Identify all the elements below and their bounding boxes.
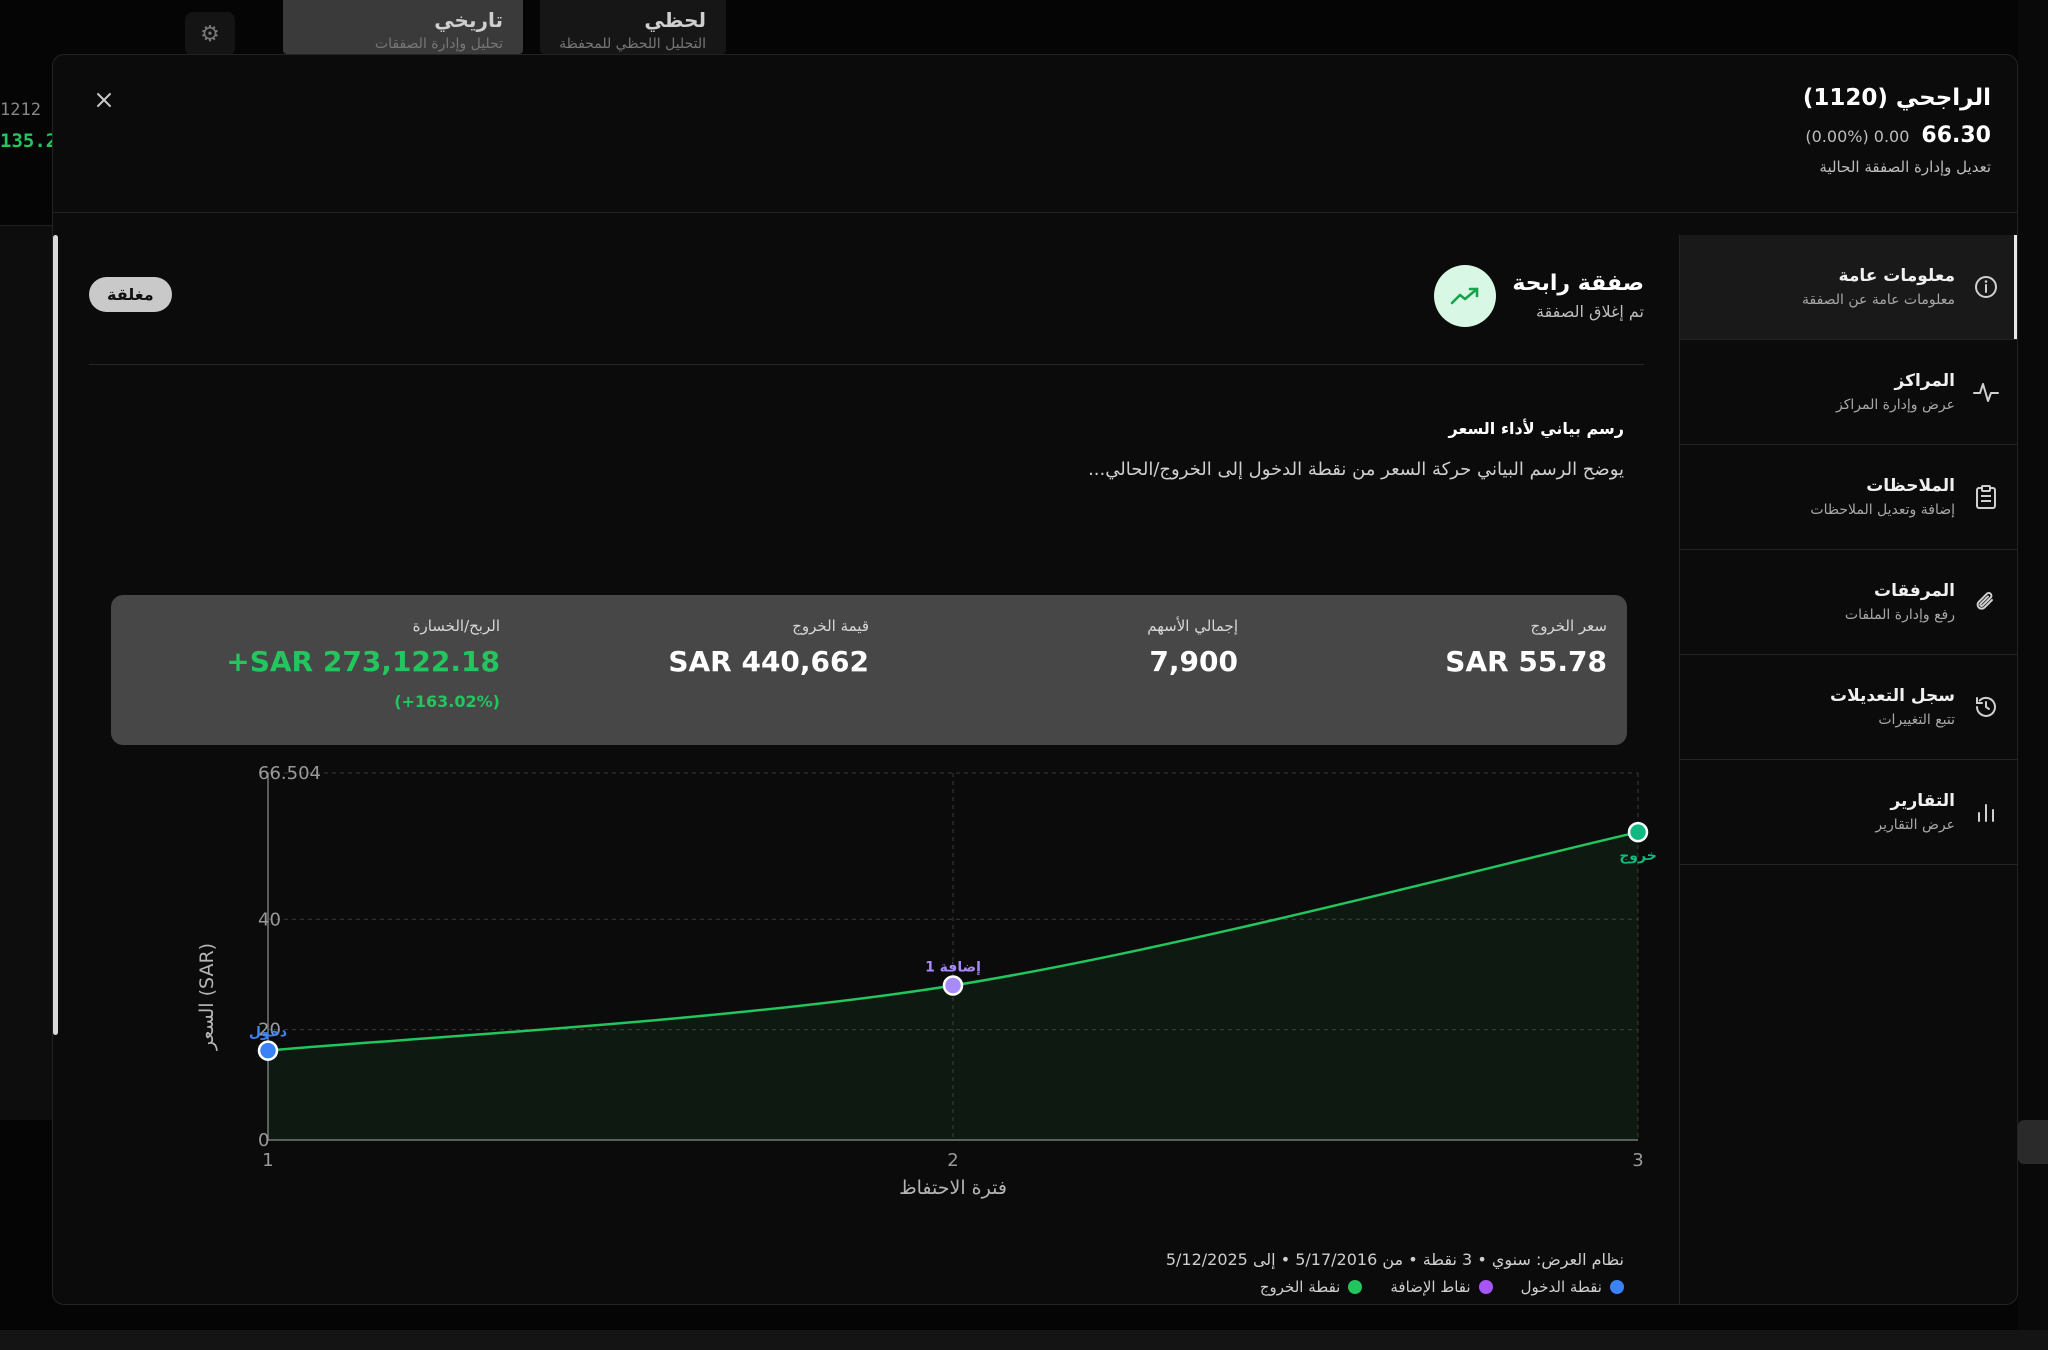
x-tick-label: 1 xyxy=(262,1150,273,1171)
bg-number: 1212 xyxy=(0,100,41,120)
data-point xyxy=(942,975,964,996)
bg-bottom-bar xyxy=(0,1330,2048,1350)
chart-summary: نظام العرض: سنوي • 3 نقطة • من 5/17/2016… xyxy=(1165,1250,1624,1269)
data-point xyxy=(1627,821,1649,843)
sidebar-item-positions[interactable]: المراكز عرض وإدارة المراكز xyxy=(1680,340,2017,445)
tab-live[interactable]: لحظي التحليل اللحظي للمحفظة xyxy=(540,0,726,54)
stat-value: 7,900 xyxy=(1149,645,1238,678)
stat-label: سعر الخروج xyxy=(1530,617,1607,635)
legend-item: نقاط الإضافة xyxy=(1390,1278,1493,1296)
sidebar-item-desc: تتبع التغييرات xyxy=(1878,712,1955,728)
stock-title: الراجحي (1120) xyxy=(1802,85,1991,111)
sidebar-item-desc: عرض وإدارة المراكز xyxy=(1835,397,1955,413)
bg-left-panel xyxy=(0,225,52,1120)
trending-up-icon xyxy=(1434,265,1497,327)
legend-item: نقطة الخروج xyxy=(1260,1278,1363,1296)
header-info: الراجحي (1120) (0.00%) 0.00 66.30 تعديل … xyxy=(1803,85,1991,176)
sidebar-item-label: التقارير xyxy=(1890,791,1955,811)
divider xyxy=(89,364,1644,365)
x-axis-label: فترة الاحتفاظ xyxy=(899,1177,1007,1199)
chart-legend: نقطة الدخول نقاط الإضافة نقطة الخروج xyxy=(1260,1278,1624,1296)
close-icon xyxy=(97,93,111,107)
price-chart: 0 20 40 66.504 1 2 3 فترة الاحتفاظ السعر (SAR) دخ… xyxy=(133,763,1683,1275)
legend-item: نقطة الدخول xyxy=(1521,1278,1624,1296)
y-tick-label: 0 xyxy=(258,1130,269,1151)
price-row: (0.00%) 0.00 66.30 xyxy=(1803,123,1991,148)
sidebar-item-desc: رفع وإدارة الملفات xyxy=(1844,607,1955,623)
data-point-label: دخول xyxy=(249,1025,287,1041)
stat-total-shares: إجمالي الأسهم 7,900 xyxy=(869,617,1238,745)
modal-header: الراجحي (1120) (0.00%) 0.00 66.30 تعديل … xyxy=(53,55,2017,213)
sidebar-item-reports[interactable]: التقارير عرض التقارير xyxy=(1680,760,2017,865)
stat-label: قيمة الخروج xyxy=(792,617,869,635)
stat-exit-value: قيمة الخروج SAR 440,662 xyxy=(500,617,869,745)
legend-dot xyxy=(1348,1280,1363,1294)
sidebar-item-desc: عرض التقارير xyxy=(1875,817,1955,833)
legend-dot xyxy=(1478,1280,1493,1294)
data-point-label: خروج xyxy=(1619,848,1657,864)
stat-label: الربح/الخسارة xyxy=(412,617,500,635)
y-tick-label: 66.504 xyxy=(258,765,321,784)
sidebar-item-label: المراكز xyxy=(1894,371,1955,391)
price-chart-svg: 0204066.5041 2 3فترة الاحتفاظالسعر (SAR)دخ… xyxy=(196,763,1657,1199)
bg-number-green: 135.2 xyxy=(0,130,58,152)
legend-label: نقاط الإضافة xyxy=(1390,1278,1471,1296)
deal-summary: صفقة رابحة تم إغلاق الصفقة xyxy=(1434,265,1644,327)
sidebar-item-notes[interactable]: الملاحظات إضافة وتعديل الملاحظات xyxy=(1680,445,2017,550)
paperclip-icon xyxy=(1969,585,2003,619)
info-icon xyxy=(1969,270,2003,304)
stat-exit-price: سعر الخروج SAR 55.78 xyxy=(1238,617,1607,745)
tab-history-title: تاريخي xyxy=(434,8,503,32)
tab-history[interactable]: تاريخي تحليل وإدارة الصفقات xyxy=(283,0,523,54)
activity-icon xyxy=(1969,375,2003,409)
chart-section-title: رسم بياني لأداء السعر xyxy=(1448,419,1625,438)
sidebar-item-label: الملاحظات xyxy=(1866,476,1955,496)
stat-value: SAR 440,662 xyxy=(668,645,869,678)
bg-right-button[interactable] xyxy=(2018,1120,2048,1164)
gear-icon[interactable]: ⚙ xyxy=(185,12,235,56)
price-change: (0.00%) 0.00 xyxy=(1805,127,1910,146)
x-tick-label: 2 xyxy=(947,1150,958,1171)
y-tick-label: 40 xyxy=(258,909,281,930)
tab-history-sub: تحليل وإدارة الصفقات xyxy=(374,36,503,52)
close-button[interactable] xyxy=(89,85,119,115)
deal-title: صفقة رابحة xyxy=(1512,271,1644,296)
sidebar-item-desc: معلومات عامة عن الصفقة xyxy=(1801,292,1955,308)
legend-label: نقطة الخروج xyxy=(1259,1278,1341,1296)
y-axis-label: السعر (SAR) xyxy=(196,943,218,1051)
tab-live-title: لحظي xyxy=(644,8,706,32)
sidebar-item-label: سجل التعديلات xyxy=(1829,686,1955,706)
legend-label: نقطة الدخول xyxy=(1520,1278,1602,1296)
stat-value: +SAR 273,122.18 xyxy=(226,645,500,678)
content-panel: مغلقة صفقة رابحة تم إغلاق الصفقة رسم بيا… xyxy=(53,235,1683,1304)
current-price: 66.30 xyxy=(1921,123,1991,148)
sidebar-item-history[interactable]: سجل التعديلات تتبع التغييرات xyxy=(1680,655,2017,760)
data-point xyxy=(257,1040,279,1061)
x-tick-label: 3 xyxy=(1632,1150,1643,1171)
data-point-label: إضافة 1 xyxy=(925,959,981,975)
clipboard-icon xyxy=(1969,480,2003,514)
status-badge: مغلقة xyxy=(89,277,172,312)
sidebar-nav: معلومات عامة معلومات عامة عن الصفقة المر… xyxy=(1679,235,2017,1304)
chart-section-desc: يوضح الرسم البياني حركة السعر من نقطة ال… xyxy=(1088,459,1624,480)
tab-live-sub: التحليل اللحظي للمحفظة xyxy=(559,36,706,52)
sidebar-item-attachments[interactable]: المرفقات رفع وإدارة الملفات xyxy=(1680,550,2017,655)
sidebar-item-label: المرفقات xyxy=(1873,581,1955,601)
legend-dot xyxy=(1610,1280,1624,1294)
deal-modal: الراجحي (1120) (0.00%) 0.00 66.30 تعديل … xyxy=(52,54,2018,1305)
stat-value: SAR 55.78 xyxy=(1445,645,1607,678)
sidebar-item-general[interactable]: معلومات عامة معلومات عامة عن الصفقة xyxy=(1680,235,2017,340)
bar-chart-icon xyxy=(1969,795,2003,829)
stat-pnl-percent: (+163.02%) xyxy=(394,692,500,711)
header-subtitle: تعديل وإدارة الصفقة الحالية xyxy=(1819,158,1991,176)
stats-card: سعر الخروج SAR 55.78 إجمالي الأسهم 7,900… xyxy=(111,595,1627,745)
history-icon xyxy=(1969,690,2003,724)
sidebar-item-desc: إضافة وتعديل الملاحظات xyxy=(1810,502,1955,518)
deal-subtitle: تم إغلاق الصفقة xyxy=(1535,302,1644,321)
scrollbar[interactable] xyxy=(53,235,58,1035)
stat-pnl: الربح/الخسارة +SAR 273,122.18 (+163.02%) xyxy=(131,617,500,745)
stat-label: إجمالي الأسهم xyxy=(1147,617,1238,635)
sidebar-item-label: معلومات عامة xyxy=(1838,266,1955,286)
